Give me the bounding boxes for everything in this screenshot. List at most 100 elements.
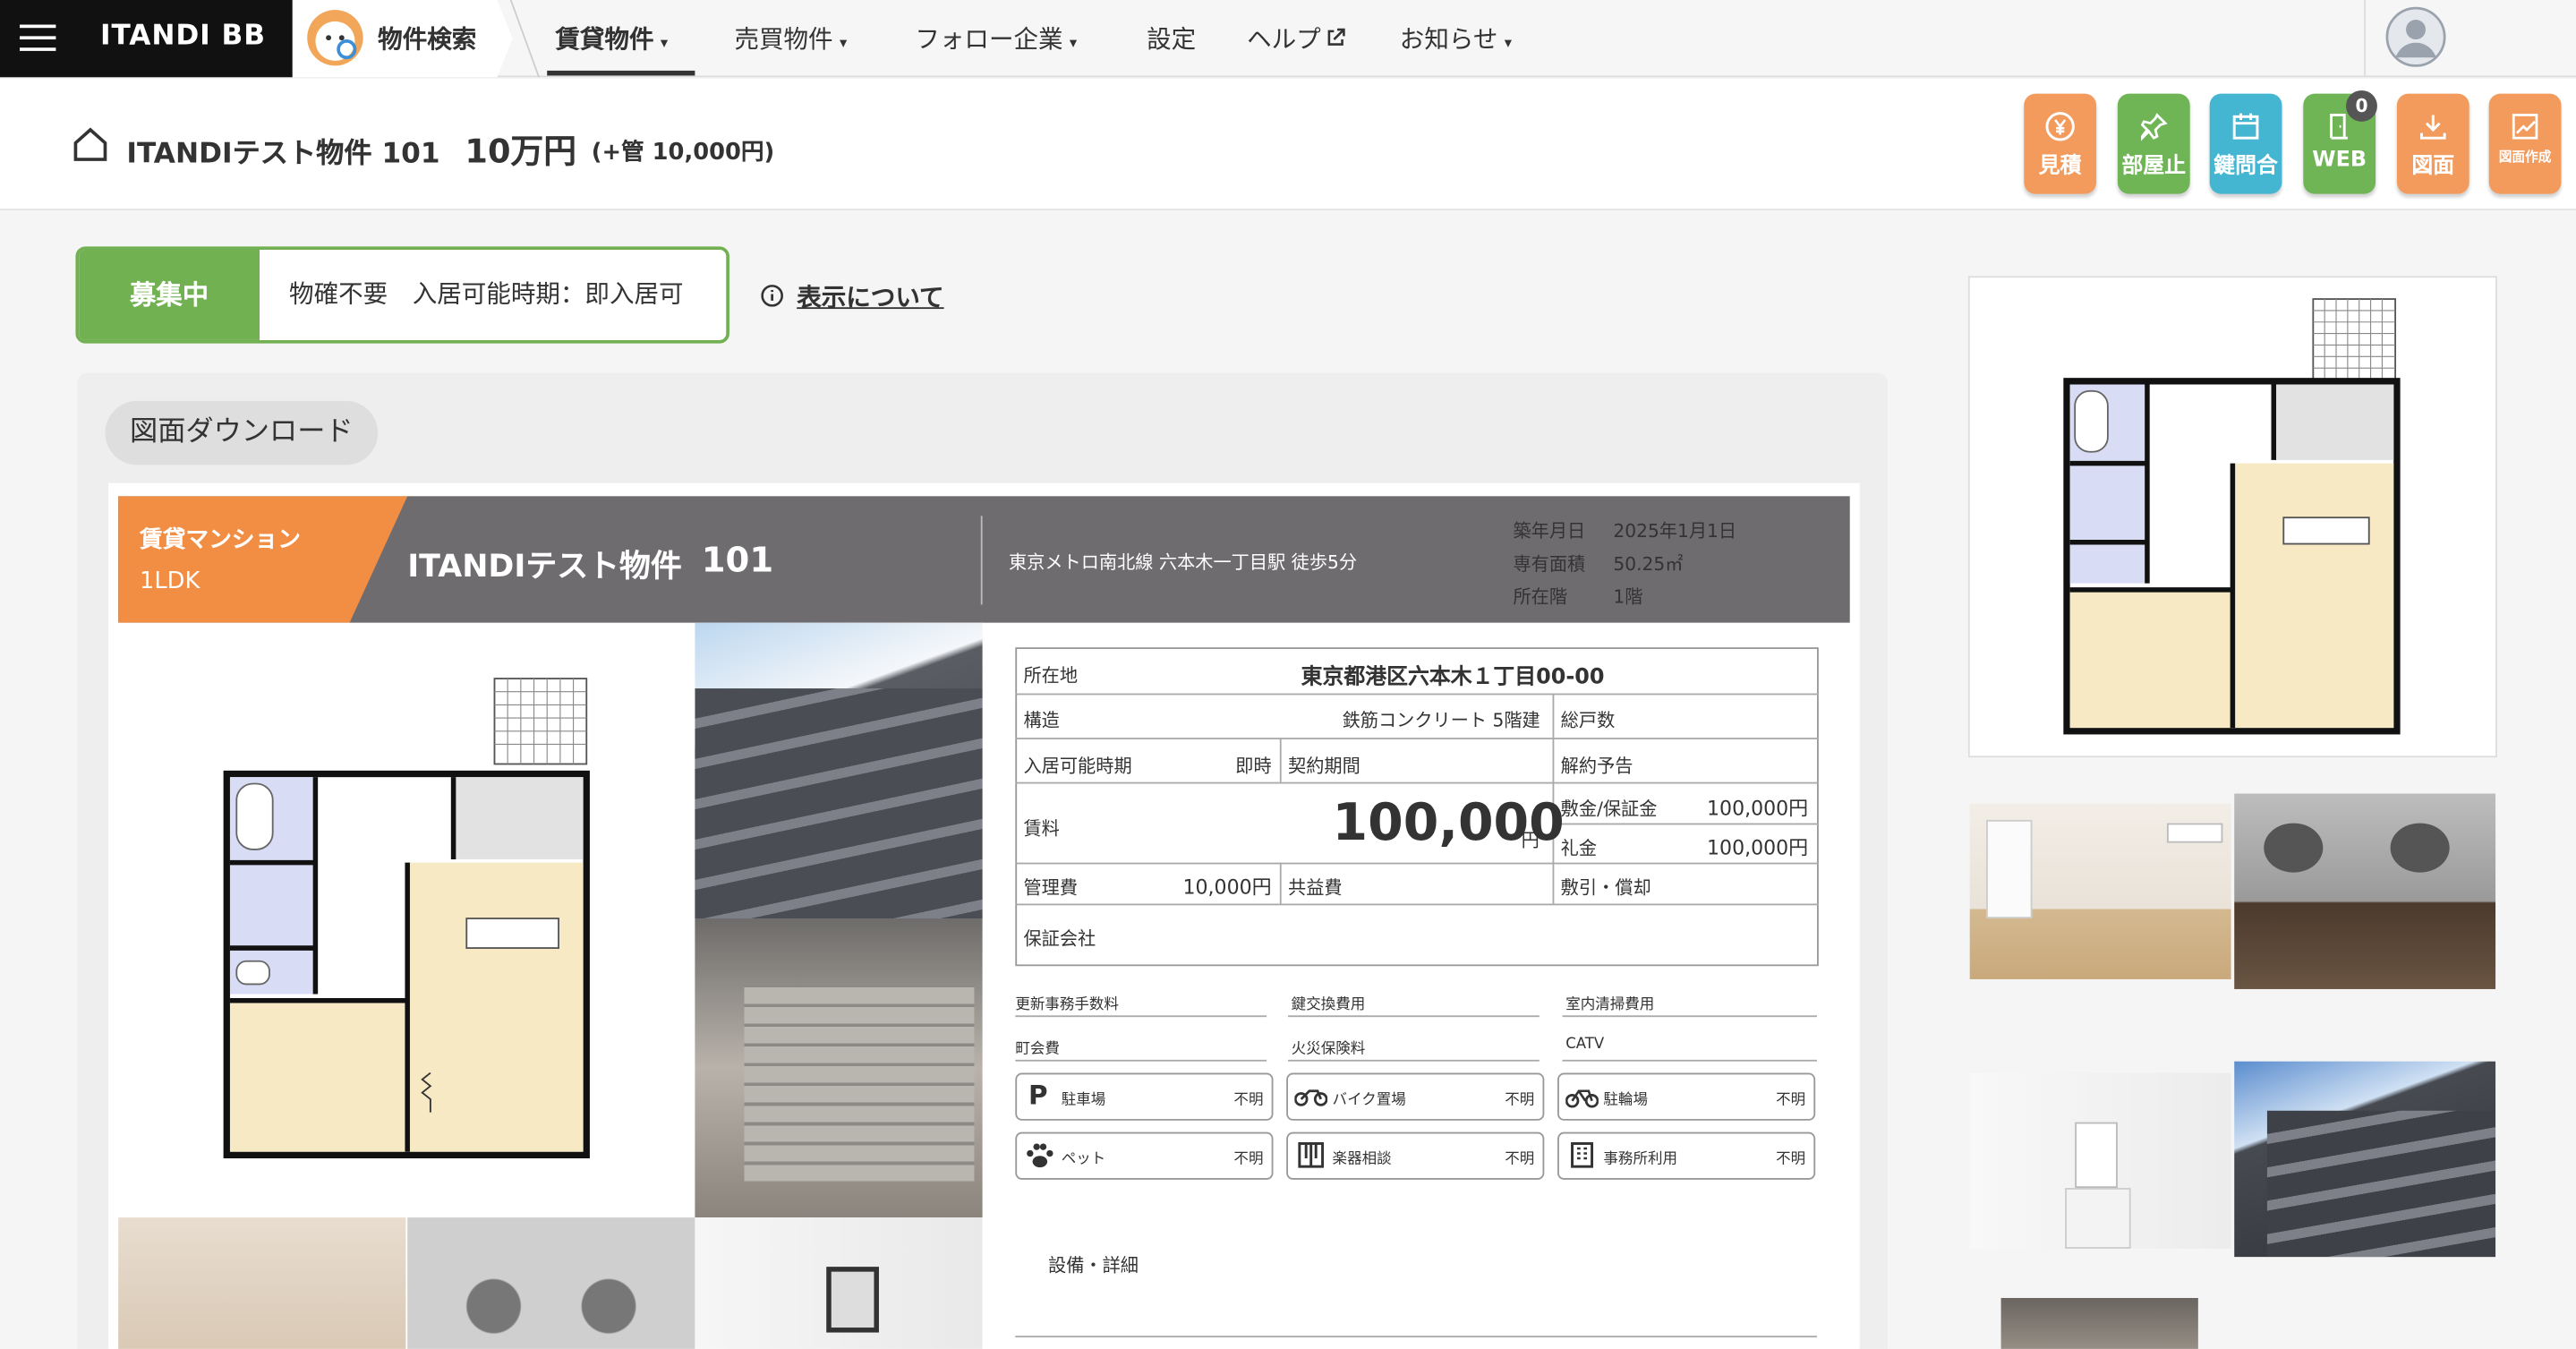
built-label: 築年月日: [1513, 520, 1586, 542]
kitchen-stove-thumbnail[interactable]: [2234, 793, 2496, 989]
washroom-photo: [695, 1217, 983, 1349]
create-floorplan-button[interactable]: 図面作成: [2488, 93, 2562, 194]
chevron-down-icon: ▾: [839, 36, 848, 53]
amenity-value: 不明: [1233, 1092, 1264, 1109]
key-inquiry-button[interactable]: 鍵問合: [2209, 93, 2282, 194]
fee-underline: [1562, 1059, 1818, 1062]
guarantor-label: 保証会社: [1023, 928, 1096, 950]
chevron-down-icon: ▾: [1069, 36, 1078, 53]
movein-label: 入居可能時期: [1023, 756, 1132, 778]
washroom-thumbnail[interactable]: [1969, 1072, 2231, 1249]
property-title: ITANDIテスト物件 101: [126, 138, 440, 171]
nav-rental-label: 賃貸物件: [555, 24, 654, 55]
building-exterior-photo: [695, 622, 983, 919]
web-badge: 0: [2346, 90, 2377, 122]
nav-follow-company[interactable]: フォロー企業 ▾: [915, 21, 1077, 56]
brand-logo[interactable]: ITANDI BB: [100, 20, 266, 53]
nav-sale-label: 売買物件: [734, 24, 833, 55]
amenity-value: 不明: [1233, 1151, 1264, 1169]
insurance-label: 火災保険料: [1291, 1041, 1366, 1059]
brand-bar: ITANDI BB: [0, 0, 293, 78]
floorplan-image: [223, 678, 590, 1158]
area-label: 専有面積: [1513, 553, 1586, 576]
nav-settings[interactable]: 設定: [1147, 21, 1196, 56]
amenity-value: 不明: [1776, 1151, 1806, 1169]
amenity-label: ペット: [1061, 1151, 1106, 1169]
floorplan-button[interactable]: 図面: [2396, 93, 2469, 194]
estimate-button[interactable]: 見積: [2024, 93, 2097, 194]
about-display-link[interactable]: 表示について: [797, 279, 943, 314]
room-hold-label: 部屋止: [2121, 154, 2187, 180]
living-room-photo: [118, 1217, 406, 1349]
amenity-instrument: 楽器相談 不明: [1286, 1131, 1545, 1180]
fee-underline: [1015, 1015, 1267, 1018]
common-fee-label: 共益費: [1287, 877, 1343, 899]
web-label: WEB: [2312, 148, 2367, 173]
amenity-label: 駐輪場: [1603, 1092, 1648, 1109]
units-label: 総戸数: [1560, 709, 1616, 731]
amenity-label: バイク置場: [1332, 1092, 1406, 1109]
property-search-label: 物件検索: [378, 24, 477, 55]
deposit-value: 100,000円: [1707, 797, 1809, 820]
nav-notice-label: お知らせ: [1399, 24, 1498, 55]
status-text: 物確不要 入居可能時期：即入居可: [289, 279, 684, 310]
management-value: 10,000円: [1182, 875, 1272, 899]
deposit-label: 敷金/保証金: [1560, 798, 1658, 820]
rent-amount: 10万円: [465, 131, 576, 171]
amenity-value: 不明: [1776, 1092, 1806, 1109]
flyer-station: 東京メトロ南北線 六本木一丁目駅 徒歩5分: [1008, 551, 1358, 574]
flyer-header-divider: [980, 516, 983, 605]
table-rule: [1279, 862, 1282, 904]
floorplan-thumbnail-image[interactable]: [2037, 287, 2432, 747]
parking-icon: P: [1028, 1079, 1048, 1111]
table-rule: [1552, 823, 1819, 825]
amenity-pet: ペット 不明: [1015, 1131, 1274, 1180]
nav-help[interactable]: ヘルプ: [1247, 21, 1345, 56]
contract-label: 契約期間: [1287, 756, 1361, 778]
cleaning-fee-label: 室内清掃費用: [1565, 997, 1655, 1014]
flyer-layout: 1LDK: [140, 568, 200, 595]
kitchen-stove-photo: [407, 1217, 695, 1349]
amenity-value: 不明: [1505, 1151, 1535, 1169]
room-hold-button[interactable]: 部屋止: [2117, 93, 2190, 194]
download-floorplan-button[interactable]: 図面ダウンロード: [105, 400, 379, 465]
nav-rental[interactable]: 賃貸物件 ▾: [555, 21, 668, 56]
management-label: 管理費: [1023, 877, 1079, 899]
nav-sale[interactable]: 売買物件 ▾: [734, 21, 847, 56]
status-tag: 募集中 物確不要 入居可能時期：即入居可: [75, 246, 729, 344]
property-search-tab[interactable]: 物件検索: [292, 0, 513, 78]
avatar[interactable]: [2385, 6, 2446, 67]
amenity-label: 楽器相談: [1332, 1151, 1392, 1169]
location-value: 東京都港区六本木１丁目00-00: [1301, 665, 1605, 690]
nav-notice[interactable]: お知らせ ▾: [1400, 21, 1512, 56]
nav-follow-label: フォロー企業: [915, 24, 1063, 55]
info-icon: [761, 285, 783, 307]
floor-label: 所在階: [1513, 586, 1568, 609]
flyer-type: 賃貸マンション: [140, 527, 301, 554]
equipment-label: 設備・詳細: [1048, 1255, 1139, 1277]
home-icon: [73, 127, 107, 161]
chevron-down-icon: ▾: [1504, 36, 1513, 53]
floor-value: 1階: [1613, 586, 1643, 609]
structure-label: 構造: [1023, 709, 1060, 731]
town-fee-label: 町会費: [1015, 1041, 1060, 1059]
flyer-name: ITANDIテスト物件: [407, 549, 682, 585]
living-room-thumbnail[interactable]: [1969, 803, 2231, 979]
fee-underline: [1287, 1059, 1540, 1062]
catv-label: CATV: [1565, 1037, 1605, 1054]
entrance-thumbnail[interactable]: [2000, 1298, 2198, 1349]
rent-unit: 円: [1521, 829, 1540, 851]
create-floorplan-label: 図面作成: [2498, 149, 2552, 165]
amenity-label: 駐車場: [1061, 1092, 1106, 1109]
building-exterior-thumbnail[interactable]: [2234, 1061, 2496, 1258]
menu-icon[interactable]: [20, 20, 56, 55]
management-fee: (+管 10,000円): [591, 140, 775, 166]
discount-label: 敷引・償却: [1560, 877, 1651, 899]
key-money-label: 礼金: [1560, 838, 1598, 859]
external-link-icon: [1327, 28, 1345, 46]
key-exchange-label: 鍵交換費用: [1291, 997, 1366, 1014]
floorplan-label: 図面: [2411, 154, 2455, 180]
amenity-value: 不明: [1505, 1092, 1535, 1109]
key-inquiry-label: 鍵問合: [2213, 154, 2278, 180]
table-rule: [1279, 738, 1282, 782]
